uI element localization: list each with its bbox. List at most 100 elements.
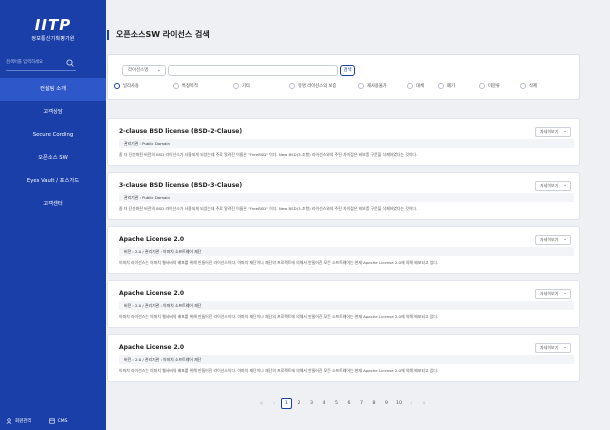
radio-icon bbox=[438, 83, 444, 89]
page-button[interactable]: 1 bbox=[281, 397, 292, 409]
radio-icon bbox=[233, 83, 239, 89]
radio-icon bbox=[358, 83, 364, 89]
license-title: Apache License 2.0 bbox=[119, 236, 185, 243]
radio-icon bbox=[520, 83, 526, 89]
details-button[interactable]: 자세히보기 ⌄ bbox=[535, 181, 571, 191]
filter-label: 폐기 bbox=[447, 84, 455, 89]
filter-radio-etc[interactable]: 기타 bbox=[233, 83, 250, 89]
license-title: Apache License 2.0 bbox=[119, 344, 185, 351]
logo[interactable]: IITP 정보통신기획평가원 bbox=[0, 16, 106, 42]
filter-radio-no-reuse[interactable]: 재사용불가 bbox=[358, 83, 387, 89]
search-type-value: 라이선스명 bbox=[128, 68, 149, 73]
first-page-button[interactable]: « bbox=[256, 398, 267, 409]
license-description: 좀 더 단순화된 버전의 BSD 라이선스가 사용되게 되었는데 주로 알려진 … bbox=[119, 206, 418, 211]
sidebar-item-opensource-sw[interactable]: 오픈소스 SW bbox=[0, 147, 106, 170]
filter-radio-replaced[interactable]: 대체 bbox=[407, 83, 424, 89]
sidebar-item-customer-consult[interactable]: 고객상담 bbox=[0, 101, 106, 124]
next-page-button[interactable]: › bbox=[406, 398, 417, 409]
sidebar-item-secure-coding[interactable]: Secure Cording bbox=[0, 124, 106, 147]
license-title: Apache License 2.0 bbox=[119, 290, 185, 297]
details-label: 자세히보기 bbox=[540, 183, 559, 188]
chevron-down-icon: ⌄ bbox=[563, 129, 567, 134]
member-admin-link[interactable]: 회원관리 bbox=[6, 418, 32, 424]
page-button[interactable]: 3 bbox=[306, 398, 317, 409]
member-admin-label: 회원관리 bbox=[15, 419, 32, 424]
sidebar-menu: 컨설팅 소개 고객상담 Secure Cording 오픈소스 SW Eyes … bbox=[0, 78, 106, 216]
page-button[interactable]: 6 bbox=[344, 398, 355, 409]
page-button[interactable]: 8 bbox=[369, 398, 380, 409]
user-icon bbox=[6, 418, 12, 424]
radio-icon bbox=[114, 83, 120, 89]
filter-label: 널리사용 bbox=[123, 84, 139, 89]
filter-radio-widely-used[interactable]: 널리사용 bbox=[114, 83, 139, 89]
logo-subtitle: 정보통신기획평가원 bbox=[31, 36, 75, 42]
license-title: 2-clause BSD license (BSD-2-Clause) bbox=[119, 128, 243, 135]
sidebar-item-consulting[interactable]: 컨설팅 소개 bbox=[0, 78, 106, 101]
sidebar-bottom: 회원관리 CMS bbox=[0, 412, 106, 430]
details-button[interactable]: 자세히보기 ⌄ bbox=[535, 289, 571, 299]
filter-radio-unclassified[interactable]: 미분류 bbox=[479, 83, 500, 89]
filter-label: 유명 라이선스의 보증 bbox=[298, 84, 337, 89]
sidebar-search-input[interactable]: 검색어를 입력하세요 bbox=[6, 57, 72, 69]
radio-icon bbox=[173, 83, 179, 89]
cms-icon bbox=[48, 418, 55, 424]
pagination: « ‹ 1 2 3 4 5 6 7 8 9 10 › » bbox=[256, 397, 431, 409]
search-button[interactable]: 검색 bbox=[340, 65, 355, 76]
sidebar-search-underline bbox=[6, 70, 76, 71]
license-meta: 관리기관 : Public Domain bbox=[119, 139, 574, 148]
chevron-down-icon: ⌄ bbox=[563, 237, 567, 242]
search-icon[interactable] bbox=[64, 57, 76, 69]
prev-page-button[interactable]: ‹ bbox=[269, 398, 280, 409]
license-meta: 버전 : 2.0 / 관리기관 : 아파치 소프트웨어 재단 bbox=[119, 247, 574, 256]
radio-icon bbox=[479, 83, 485, 89]
license-card: Apache License 2.0 자세히보기 ⌄ 버전 : 2.0 / 관리기… bbox=[107, 334, 580, 382]
details-button[interactable]: 자세히보기 ⌄ bbox=[535, 343, 571, 353]
last-page-button[interactable]: » bbox=[419, 398, 430, 409]
license-card: 2-clause BSD license (BSD-2-Clause) 자세히보… bbox=[107, 118, 580, 166]
details-button[interactable]: 자세히보기 ⌄ bbox=[535, 127, 571, 137]
filter-radio-deleted[interactable]: 삭제 bbox=[520, 83, 537, 89]
filter-label: 기타 bbox=[242, 84, 250, 89]
filter-radio-guarantee[interactable]: 유명 라이선스의 보증 bbox=[289, 83, 336, 89]
license-card: Apache License 2.0 자세히보기 ⌄ 버전 : 2.0 / 관리기… bbox=[107, 280, 580, 328]
license-card: Apache License 2.0 자세히보기 ⌄ 버전 : 2.0 / 관리기… bbox=[107, 226, 580, 274]
filter-radio-special-purpose[interactable]: 특정목적 bbox=[173, 83, 198, 89]
page-button[interactable]: 4 bbox=[319, 398, 330, 409]
page-button[interactable]: 7 bbox=[356, 398, 367, 409]
chevron-down-icon: ⌄ bbox=[563, 183, 567, 188]
cms-link[interactable]: CMS bbox=[48, 418, 67, 424]
license-title: 3-clause BSD license (BSD-3-Clause) bbox=[119, 182, 243, 189]
sidebar: IITP 정보통신기획평가원 검색어를 입력하세요 컨설팅 소개 고객상담 Se… bbox=[0, 0, 106, 430]
chevron-down-icon: ⌄ bbox=[563, 291, 567, 296]
page-button[interactable]: 10 bbox=[394, 398, 405, 409]
details-label: 자세히보기 bbox=[540, 129, 559, 134]
sidebar-item-customer-center[interactable]: 고객센터 bbox=[0, 193, 106, 216]
license-meta: 버전 : 2.0 / 관리기관 : 아파치 소프트웨어 재단 bbox=[119, 301, 574, 310]
radio-icon bbox=[407, 83, 413, 89]
search-input[interactable] bbox=[168, 65, 338, 76]
page-title: 오픈소스SW 라이선스 검색 bbox=[107, 30, 210, 40]
filter-label: 특정목적 bbox=[182, 84, 198, 89]
page-button[interactable]: 9 bbox=[381, 398, 392, 409]
filter-radio-deprecated[interactable]: 폐기 bbox=[438, 83, 455, 89]
chevron-down-icon: ⌄ bbox=[156, 67, 161, 73]
license-description: 좀 더 단순화된 버전의 BSD 라이선스가 사용되게 되었는데 주로 알려진 … bbox=[119, 152, 418, 157]
search-panel: 라이선스명 ⌄ 검색 널리사용 특정목적 기타 유명 라이선스의 보증 재사용불… bbox=[107, 54, 580, 100]
radio-icon bbox=[289, 83, 295, 89]
details-label: 자세히보기 bbox=[540, 237, 559, 242]
chevron-down-icon: ⌄ bbox=[563, 345, 567, 350]
search-type-select[interactable]: 라이선스명 ⌄ bbox=[122, 65, 166, 76]
details-label: 자세히보기 bbox=[540, 291, 559, 296]
logo-mark: IITP bbox=[34, 16, 72, 34]
license-description: 아파치 라이선스는 아파치 웹서버의 배포를 위해 만들어진 라이선스이다. 아… bbox=[119, 260, 439, 265]
details-label: 자세히보기 bbox=[540, 345, 559, 350]
details-button[interactable]: 자세히보기 ⌄ bbox=[535, 235, 571, 245]
page-button[interactable]: 2 bbox=[294, 398, 305, 409]
sidebar-item-eyes-vault[interactable]: Eyes Vault / 포스가드 bbox=[0, 170, 106, 193]
filter-label: 삭제 bbox=[529, 84, 537, 89]
page-button[interactable]: 5 bbox=[331, 398, 342, 409]
license-meta: 관리기관 : Public Domain bbox=[119, 193, 574, 202]
license-meta: 버전 : 2.0 / 관리기관 : 아파치 소프트웨어 재단 bbox=[119, 355, 574, 364]
filter-label: 재사용불가 bbox=[367, 84, 387, 89]
license-description: 아파치 라이선스는 아파치 웹서버의 배포를 위해 만들어진 라이선스이다. 아… bbox=[119, 368, 439, 373]
